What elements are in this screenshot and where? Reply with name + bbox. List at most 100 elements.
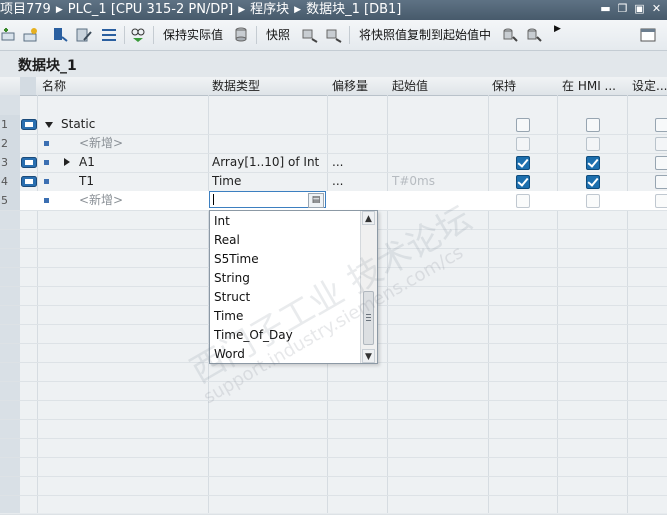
empty-row <box>0 495 667 515</box>
list-icon[interactable] <box>101 27 117 43</box>
database-icon[interactable] <box>233 27 249 43</box>
dropdown-option[interactable]: String <box>214 269 250 288</box>
expand-icon[interactable] <box>52 27 68 43</box>
retain-checkbox[interactable] <box>516 194 530 208</box>
data-block-element-icon <box>21 119 37 130</box>
block-title: 数据块_1 <box>18 58 77 74</box>
dropdown-option[interactable]: Int <box>214 212 230 231</box>
element-bullet-icon <box>44 198 49 203</box>
table-row[interactable]: 4 T1 Time ... T#0ms <box>0 172 667 192</box>
setpoint-checkbox[interactable] <box>655 137 667 151</box>
monitor-icon[interactable] <box>130 27 146 43</box>
breadcrumb-separator-icon: ▶ <box>55 5 63 15</box>
hmi-checkbox[interactable] <box>586 175 600 189</box>
expand-icon[interactable] <box>64 158 70 166</box>
snapshot-save-icon[interactable] <box>326 27 342 43</box>
dropdown-option[interactable]: Time_Of_Day <box>214 326 293 345</box>
column-setpoint[interactable]: 设定... <box>632 77 667 95</box>
dropdown-scrollbar[interactable]: ▲ ▼ <box>360 211 377 363</box>
toolbar-separator <box>349 26 350 44</box>
row-number: 4 <box>0 172 20 191</box>
dropdown-option[interactable]: Word <box>214 345 245 364</box>
toolbar-separator <box>124 26 125 44</box>
cell-start-value[interactable]: T#0ms <box>392 172 435 191</box>
cell-name[interactable]: A1 <box>79 153 95 172</box>
cell-datatype[interactable]: Array[1..10] of Int <box>212 153 319 172</box>
empty-row <box>0 400 667 420</box>
cell-name[interactable]: <新增> <box>79 134 123 153</box>
table-row[interactable]: 3 A1 Array[1..10] of Int ... <box>0 153 667 173</box>
setpoint-checkbox[interactable] <box>655 118 667 132</box>
scroll-thumb[interactable] <box>363 291 374 345</box>
table-row[interactable]: 5 <新增> <box>0 191 667 211</box>
close-icon[interactable]: ✕ <box>650 2 663 16</box>
setpoint-checkbox[interactable] <box>655 194 667 208</box>
column-offset[interactable]: 偏移量 <box>332 77 386 95</box>
add-row-icon[interactable] <box>22 27 38 43</box>
row-number: 1 <box>0 115 20 134</box>
datatype-picker-icon[interactable]: ▤ <box>308 193 324 208</box>
cell-offset: ... <box>332 174 344 188</box>
column-name[interactable]: 名称 <box>42 77 202 95</box>
breadcrumb-project[interactable]: 项目779 <box>0 0 51 20</box>
copy-to-start-icon[interactable] <box>502 27 518 43</box>
empty-row <box>0 381 667 401</box>
data-block-element-icon <box>21 176 37 187</box>
column-hmi[interactable]: 在 HMI ... <box>562 77 626 95</box>
breadcrumb-plc[interactable]: PLC_1 [CPU 315-2 PN/DP] <box>68 0 233 20</box>
snapshot-button[interactable]: 快照 <box>266 20 290 50</box>
scroll-up-icon[interactable]: ▲ <box>362 211 375 225</box>
column-datatype[interactable]: 数据类型 <box>212 77 324 95</box>
hmi-checkbox[interactable] <box>586 118 600 132</box>
layout-icon[interactable] <box>640 27 656 43</box>
empty-row <box>0 362 667 382</box>
maximize-icon[interactable]: ▣ <box>633 2 646 16</box>
breadcrumb-data-block[interactable]: 数据块_1 [DB1] <box>306 0 401 20</box>
more-tools-icon[interactable]: ▶ <box>554 14 561 44</box>
cell-name[interactable]: Static <box>61 115 95 134</box>
collapse-icon[interactable] <box>45 122 53 128</box>
grip-line <box>366 320 371 321</box>
edit-icon[interactable] <box>76 27 92 43</box>
element-bullet-icon <box>44 160 49 165</box>
datatype-dropdown[interactable]: Int Real S5Time String Struct Time Time_… <box>209 210 378 364</box>
table-row[interactable]: 2 <新增> <box>0 134 667 154</box>
editor-titlebar: 项目779 ▶ PLC_1 [CPU 315-2 PN/DP] ▶ 程序块 ▶ 数据块_1 … <box>0 0 667 20</box>
restore-icon[interactable]: ❐ <box>616 2 629 16</box>
dropdown-option[interactable]: Real <box>214 231 240 250</box>
snapshot-load-icon[interactable] <box>302 27 318 43</box>
empty-row <box>0 438 667 458</box>
breadcrumb-program-blocks[interactable]: 程序块 <box>250 0 289 20</box>
setpoint-checkbox[interactable] <box>655 156 667 170</box>
grip-line <box>366 317 371 318</box>
cell-name[interactable]: <新增> <box>79 191 123 210</box>
dropdown-option[interactable]: S5Time <box>214 250 259 269</box>
hmi-checkbox[interactable] <box>586 156 600 170</box>
empty-row <box>0 457 667 477</box>
text-caret <box>213 194 214 205</box>
hmi-checkbox[interactable] <box>586 194 600 208</box>
cell-name[interactable]: T1 <box>79 172 94 191</box>
minimize-icon[interactable]: ▬ <box>599 2 612 16</box>
table-row[interactable]: 1 Static <box>0 115 667 135</box>
dropdown-option[interactable]: Struct <box>214 288 250 307</box>
copy-to-actual-icon[interactable] <box>526 27 542 43</box>
insert-row-icon[interactable] <box>1 27 17 43</box>
table-header: 名称 数据类型 偏移量 起始值 保持 在 HMI ... 设定... <box>0 77 667 96</box>
column-retain[interactable]: 保持 <box>492 77 554 95</box>
retain-checkbox[interactable] <box>516 118 530 132</box>
row-number: 2 <box>0 134 20 153</box>
keep-actual-values-button[interactable]: 保持实际值 <box>163 20 223 50</box>
scroll-down-icon[interactable]: ▼ <box>362 349 375 363</box>
retain-checkbox[interactable] <box>516 156 530 170</box>
hmi-checkbox[interactable] <box>586 137 600 151</box>
datatype-input[interactable]: ▤ <box>209 191 326 208</box>
breadcrumb: 项目779 ▶ PLC_1 [CPU 315-2 PN/DP] ▶ 程序块 ▶ 数据块_1 … <box>0 0 401 20</box>
retain-checkbox[interactable] <box>516 175 530 189</box>
copy-snapshot-to-start-button[interactable]: 将快照值复制到起始值中 <box>359 20 491 50</box>
dropdown-option[interactable]: Time <box>214 307 243 326</box>
cell-datatype[interactable]: Time <box>212 172 241 191</box>
retain-checkbox[interactable] <box>516 137 530 151</box>
setpoint-checkbox[interactable] <box>655 175 667 189</box>
column-start-value[interactable]: 起始值 <box>392 77 486 95</box>
